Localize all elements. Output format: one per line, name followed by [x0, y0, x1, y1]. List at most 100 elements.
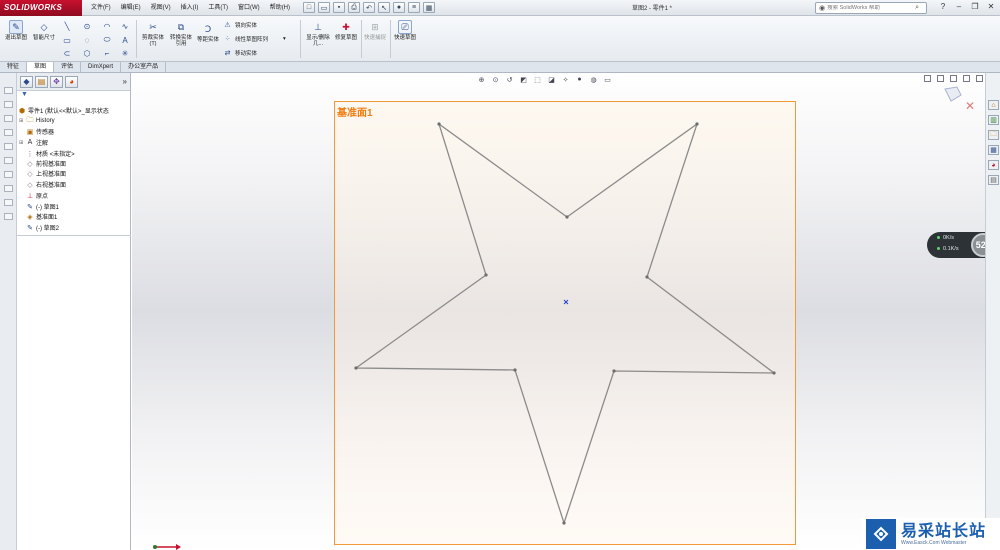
circle-icon[interactable]: ⊙: [82, 21, 92, 31]
zoom-to-area-icon[interactable]: ⊙: [491, 75, 500, 84]
tree-item-origin[interactable]: ⊥ 原点: [26, 191, 48, 201]
solidworks-logo[interactable]: SOLIDWORKS: [0, 0, 82, 16]
viewport-icon[interactable]: [976, 75, 983, 82]
view-orientation-icon[interactable]: ⬚: [533, 75, 542, 84]
menu-window[interactable]: 窗口(W): [233, 0, 265, 16]
tree-item-front-plane[interactable]: ◇ 前视基准面: [26, 159, 66, 169]
strip-tool-icon[interactable]: [4, 213, 13, 220]
display-manager-tab-icon[interactable]: ◕: [65, 75, 78, 88]
design-library-icon[interactable]: ▥: [988, 115, 999, 125]
tree-root-part[interactable]: ⬢ 零件1 (默认<<默认>_显示状态: [18, 106, 109, 116]
smart-dimension-button[interactable]: ◇ 智能尺寸: [30, 20, 58, 42]
spline-icon[interactable]: ∿: [120, 21, 130, 31]
property-manager-tab-icon[interactable]: ▤: [35, 75, 48, 88]
tree-item-sketch1[interactable]: ✎ (-) 草图1: [26, 202, 59, 212]
search-icon[interactable]: ⌕: [915, 4, 919, 12]
hide-show-items-icon[interactable]: ✧: [561, 75, 570, 84]
strip-tool-icon[interactable]: [4, 129, 13, 136]
line-icon[interactable]: ╲: [62, 21, 72, 31]
tab-sketch[interactable]: 草图: [27, 62, 55, 72]
help-search-box[interactable]: ◉ ⌕: [815, 2, 927, 14]
select-arrow-icon[interactable]: ↖: [378, 2, 391, 13]
file-explorer-icon[interactable]: 🗀: [988, 130, 999, 140]
reference-plane-1[interactable]: 基准面1: [334, 101, 796, 545]
strip-tool-icon[interactable]: [4, 143, 13, 150]
tree-item-history[interactable]: ⊞ 🗀 History: [19, 117, 55, 125]
print-icon[interactable]: ⎙: [348, 2, 361, 13]
centerpoint-arc-icon[interactable]: ◌: [82, 35, 92, 45]
help-icon[interactable]: ?: [938, 2, 948, 11]
sketch-vertex[interactable]: [354, 366, 358, 370]
arc-icon[interactable]: ◠: [102, 21, 112, 31]
sketch-vertex[interactable]: [562, 521, 566, 525]
dropdown-arrow-icon[interactable]: ▾: [283, 36, 286, 42]
menu-insert[interactable]: 插入(I): [176, 0, 204, 16]
custom-properties-icon[interactable]: ▤: [988, 175, 999, 185]
view-palette-icon[interactable]: ▦: [988, 145, 999, 155]
strip-tool-icon[interactable]: [4, 157, 13, 164]
viewport-icon[interactable]: [924, 75, 931, 82]
viewport-icon[interactable]: [937, 75, 944, 82]
minimize-icon[interactable]: –: [954, 2, 964, 11]
open-folder-icon[interactable]: ▭: [318, 2, 331, 13]
expand-panel-icon[interactable]: »: [123, 77, 127, 86]
restore-icon[interactable]: ❐: [970, 2, 980, 11]
polygon-icon[interactable]: ⬡: [82, 48, 92, 58]
mirror-entities-button[interactable]: ⚠ 镜向实体: [223, 20, 257, 29]
tree-item-sensors[interactable]: ▣ 传感器: [26, 127, 54, 137]
sketch-vertex[interactable]: [484, 273, 488, 277]
fillet-icon[interactable]: ⌐: [102, 48, 112, 58]
trim-entities-button[interactable]: ✂ 剪裁实体(T): [140, 20, 166, 48]
point-icon[interactable]: ✳: [120, 48, 130, 58]
memory-usage-gauge[interactable]: 52%: [971, 233, 985, 257]
tree-item-plane1[interactable]: ◈ 基准面1: [26, 212, 57, 222]
options-icon[interactable]: ▦: [423, 2, 436, 13]
rebuild-traffic-light-icon[interactable]: ●: [393, 2, 406, 13]
filter-icon[interactable]: ▼: [17, 91, 130, 101]
star-sketch-outline[interactable]: [354, 122, 776, 526]
expand-icon[interactable]: ⊞: [19, 140, 24, 146]
edit-appearance-icon[interactable]: ●: [575, 75, 584, 84]
sketch-center-point[interactable]: [563, 299, 569, 305]
linear-sketch-pattern-button[interactable]: ⁘ 线性草图阵列 ▾: [223, 34, 286, 43]
help-search-input[interactable]: [827, 5, 914, 11]
menu-help[interactable]: 帮助(H): [265, 0, 295, 16]
rectangle-icon[interactable]: ▭: [62, 35, 72, 45]
strip-tool-icon[interactable]: [4, 87, 13, 94]
tree-item-material[interactable]: ⋮ 材质 <未指定>: [26, 149, 75, 159]
strip-tool-icon[interactable]: [4, 185, 13, 192]
configuration-manager-tab-icon[interactable]: ✥: [50, 75, 63, 88]
tab-office-products[interactable]: 办公室产品: [121, 62, 167, 72]
undo-icon[interactable]: ↶: [363, 2, 376, 13]
tree-item-sketch2[interactable]: ✎ (-) 草图2: [26, 223, 59, 233]
rapid-sketch-button[interactable]: ⎚ 快速草图: [393, 20, 417, 41]
section-view-icon[interactable]: ◩: [519, 75, 528, 84]
tab-evaluate[interactable]: 评估: [54, 62, 82, 72]
strip-tool-icon[interactable]: [4, 101, 13, 108]
strip-tool-icon[interactable]: [4, 171, 13, 178]
solidworks-resources-icon[interactable]: ⌂: [988, 100, 999, 110]
feature-manager-tab-icon[interactable]: ◆: [20, 75, 33, 88]
tree-item-top-plane[interactable]: ◇ 上视基准面: [26, 169, 66, 179]
zoom-to-fit-icon[interactable]: ⊕: [477, 75, 486, 84]
slot-icon[interactable]: ⊂: [62, 48, 72, 58]
tab-dimxpert[interactable]: DimXpert: [81, 62, 122, 72]
view-settings-icon[interactable]: ▭: [603, 75, 612, 84]
tree-item-annotations[interactable]: ⊞ A 注解: [19, 138, 48, 147]
text-icon[interactable]: A: [120, 35, 130, 45]
previous-view-icon[interactable]: ↺: [505, 75, 514, 84]
sketch-vertex[interactable]: [772, 371, 776, 375]
sketch-vertex[interactable]: [645, 275, 649, 279]
strip-tool-icon[interactable]: [4, 199, 13, 206]
exit-sketch-corner-icon[interactable]: [944, 86, 962, 102]
graphics-area[interactable]: ⊕ ⊙ ↺ ◩ ⬚ ◪ ✧ ● ◍ ▭ 基准面1 ✕ 0K/s 0.1K/s 5…: [132, 73, 985, 550]
close-sketch-icon[interactable]: ✕: [965, 99, 975, 113]
sketch-vertex[interactable]: [513, 368, 517, 372]
menu-tools[interactable]: 工具(T): [203, 0, 233, 16]
repair-sketch-button[interactable]: ✚ 修复草图: [334, 20, 358, 42]
exit-sketch-button[interactable]: ✎ 退出草图: [4, 20, 28, 41]
display-style-icon[interactable]: ◪: [547, 75, 556, 84]
file-properties-icon[interactable]: ≡: [408, 2, 421, 13]
menu-view[interactable]: 视图(V): [146, 0, 176, 16]
offset-entities-button[interactable]: Ↄ 等距实体: [196, 22, 220, 44]
